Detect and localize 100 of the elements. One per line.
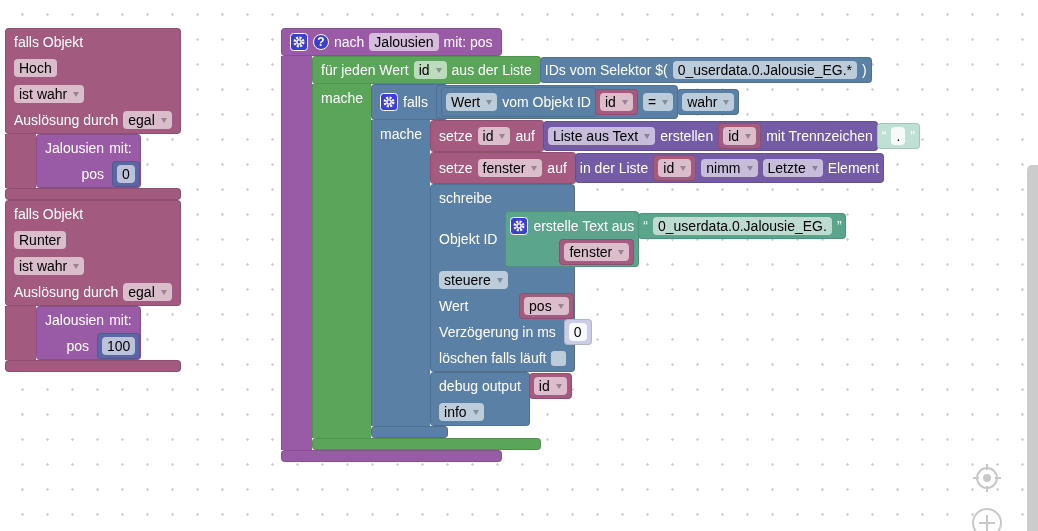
text-block[interactable]: “ . ” — [876, 123, 920, 149]
caret-icon — [745, 133, 752, 139]
block-label: Objekt ID — [439, 231, 498, 247]
variable-block[interactable]: id — [594, 89, 638, 115]
caret-icon — [680, 165, 687, 171]
dropdown[interactable]: ist wahr — [14, 257, 85, 275]
function-block[interactable]: Jalousien mit: pos 0 — [36, 134, 168, 188]
checkbox[interactable] — [551, 350, 567, 366]
block-label: pos — [81, 166, 104, 182]
block-label: erstelle Text aus — [533, 218, 635, 234]
block-label: Auslösung durch — [14, 112, 119, 128]
text-field[interactable]: 100 — [102, 337, 136, 355]
variable-block[interactable]: id — [528, 373, 572, 399]
dropdown[interactable]: wahr — [682, 93, 735, 111]
block-arm — [5, 306, 36, 360]
dropdown[interactable]: ist wahr — [14, 85, 85, 103]
caret-icon — [618, 249, 625, 255]
caret-icon — [811, 165, 818, 171]
dropdown[interactable]: egal — [123, 111, 172, 129]
dropdown[interactable]: Wert — [445, 93, 498, 111]
dropdown[interactable]: id — [599, 93, 633, 111]
gear-icon[interactable] — [510, 217, 529, 235]
block-label: Wert — [439, 298, 469, 314]
text-field[interactable]: Hoch — [14, 59, 57, 77]
caret-icon — [621, 99, 628, 105]
block-arm — [5, 134, 36, 188]
block-label: mit Trennzeichen — [766, 128, 873, 144]
dropdown[interactable]: id — [658, 159, 692, 177]
number-block[interactable]: 0 — [112, 161, 140, 187]
text-field[interactable]: 0_userdata.0.Jalousie_EG.* — [672, 61, 858, 79]
block-label: Jalousien — [45, 140, 105, 156]
variable-block[interactable]: id — [653, 155, 697, 181]
caret-icon — [555, 383, 562, 389]
block-label: mit: — [109, 140, 132, 156]
text-block[interactable]: erstelle Text aus “ 0_userdata.0.Jalousie_EG. ” fenster — [505, 211, 847, 267]
command-block[interactable]: IDs vom Selektor $( 0_userdata.0.Jalousie_EG.* ) — [539, 57, 872, 83]
block-label: vom Objekt ID — [502, 94, 591, 110]
variable-block[interactable]: fenster — [559, 239, 635, 265]
list-block[interactable]: in der Liste id nimm Letzte Element — [574, 153, 884, 183]
dropdown[interactable]: fenster — [477, 159, 543, 177]
variable-block[interactable]: setze fenster auf in der Liste id nimm Letzte Element — [430, 152, 885, 184]
variable-block[interactable]: pos — [519, 293, 575, 319]
dropdown[interactable]: nimm — [701, 159, 758, 177]
block-label: “ — [643, 218, 648, 234]
caret-icon — [435, 67, 442, 73]
trigger-block[interactable]: falls Objekt Runter ist wahr Auslösung durch egal Jalousien mit: pos 100 — [5, 200, 183, 372]
caret-icon — [746, 165, 753, 171]
caret-icon — [662, 99, 669, 105]
block-label: mache — [380, 126, 423, 142]
caret-icon — [160, 289, 167, 295]
text-field[interactable]: . — [891, 127, 906, 145]
text-field[interactable]: Jalousien — [369, 33, 439, 51]
text-field[interactable]: 0 — [568, 323, 587, 341]
caret-icon — [557, 303, 564, 309]
gear-icon[interactable] — [290, 33, 308, 51]
scrollbar[interactable] — [1027, 165, 1038, 531]
text-block[interactable]: “ 0_userdata.0.Jalousie_EG. ” — [638, 213, 847, 239]
text-field[interactable]: Runter — [14, 231, 67, 249]
block-label: falls — [403, 94, 428, 110]
caret-icon — [160, 117, 167, 123]
number-block[interactable]: 100 — [97, 333, 140, 359]
dropdown[interactable]: id — [723, 127, 757, 145]
command-block[interactable]: wahr — [677, 89, 740, 115]
dropdown[interactable]: id — [533, 377, 567, 395]
dropdown[interactable]: Liste aus Text — [547, 127, 656, 145]
dropdown[interactable]: fenster — [564, 243, 630, 261]
dropdown[interactable]: pos — [524, 297, 569, 315]
block-label: setze — [439, 160, 473, 176]
block-label: ) — [862, 62, 867, 78]
command-block[interactable]: Wert vom Objekt ID id — [440, 87, 638, 117]
caret-icon — [723, 99, 730, 105]
command-block[interactable]: debug output id info — [430, 372, 573, 426]
number-block[interactable]: 0 — [563, 319, 592, 345]
dropdown[interactable]: id — [413, 61, 447, 79]
function-block[interactable]: Jalousien mit: pos 100 — [36, 306, 183, 360]
dropdown[interactable]: = — [642, 93, 674, 111]
block-label: löschen falls läuft — [439, 350, 547, 366]
block-label: Auslösung durch — [14, 284, 119, 300]
dropdown[interactable]: steuere — [439, 271, 508, 289]
caret-icon — [496, 277, 503, 283]
caret-icon — [531, 165, 538, 171]
block-label: nach — [334, 34, 365, 50]
dropdown[interactable]: egal — [123, 283, 172, 301]
dropdown[interactable]: Letzte — [762, 159, 823, 177]
text-field[interactable]: 0 — [117, 165, 135, 183]
command-block[interactable] — [371, 84, 921, 438]
trigger-block[interactable]: falls Objekt Hoch ist wahr Auslösung durch egal Jalousien mit: pos 0 — [5, 28, 181, 200]
list-block[interactable]: Liste aus Text erstellen id mit Trennzeichen “ . ” — [542, 121, 920, 151]
gear-icon[interactable] — [380, 93, 399, 111]
block-label: mache — [321, 90, 364, 106]
variable-block[interactable]: setze id auf Liste aus Text erstellen id mit Trennzeichen “ . ” — [430, 120, 921, 152]
dropdown[interactable]: info — [439, 403, 484, 421]
help-button[interactable]: ? — [313, 34, 329, 50]
caret-icon — [499, 133, 506, 139]
command-block[interactable]: Wert vom Objekt ID id = wahr — [435, 85, 739, 119]
caret-icon — [644, 133, 651, 139]
text-field[interactable]: 0_userdata.0.Jalousie_EG. — [653, 217, 832, 235]
block-label: IDs vom Selektor $( — [544, 62, 668, 78]
variable-block[interactable]: id — [718, 123, 762, 149]
dropdown[interactable]: id — [477, 127, 511, 145]
